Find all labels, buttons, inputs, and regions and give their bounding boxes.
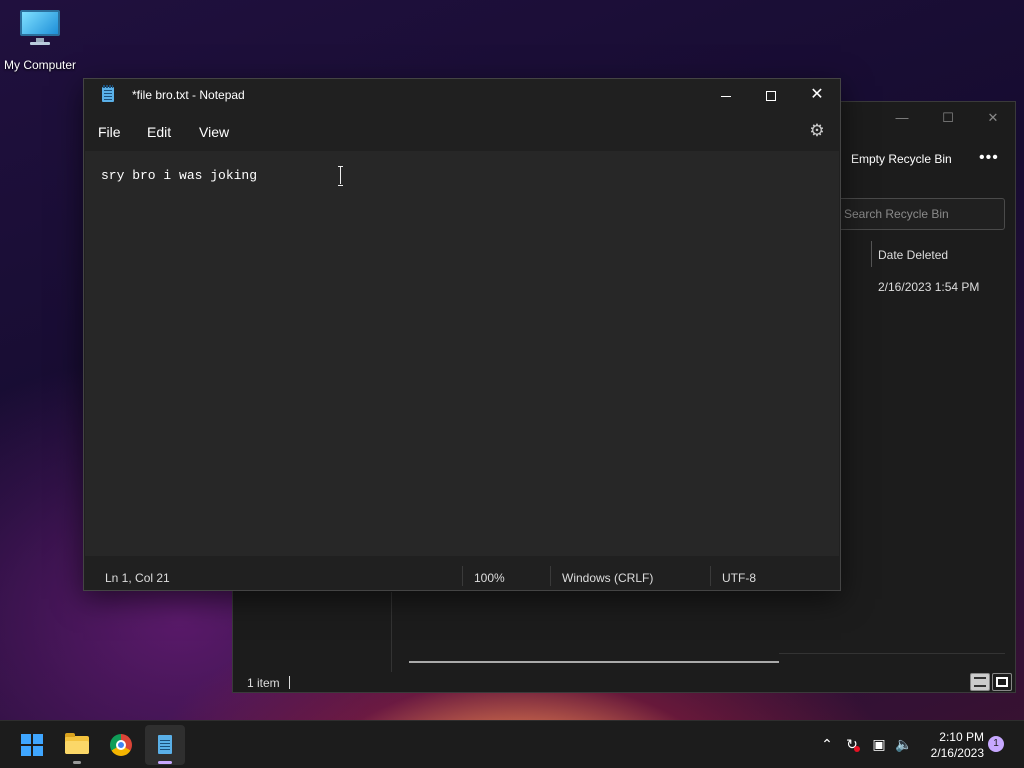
cursor-position: Ln 1, Col 21	[105, 571, 170, 585]
maximize-button[interactable]	[751, 83, 791, 107]
status-bar: Ln 1, Col 21 100% Windows (CRLF) UTF-8	[84, 564, 840, 591]
minimize-button[interactable]	[706, 83, 746, 107]
settings-gear-icon[interactable]: ⚙	[808, 122, 826, 140]
search-input[interactable]: Search Recycle Bin	[837, 198, 1005, 230]
sync-icon[interactable]: ↻	[843, 735, 861, 753]
folder-icon	[65, 733, 89, 754]
start-button[interactable]	[12, 725, 52, 765]
notepad-icon	[158, 735, 172, 754]
column-divider[interactable]	[871, 241, 872, 267]
clock-time: 2:10 PM	[939, 730, 984, 744]
column-header-date-deleted[interactable]: Date Deleted	[878, 248, 948, 262]
active-indicator	[158, 761, 172, 764]
notepad-window: *file bro.txt - Notepad ✕ File Edit View…	[83, 78, 841, 591]
editor-content[interactable]: sry bro i was joking	[101, 168, 257, 183]
menu-file[interactable]: File	[98, 124, 121, 140]
tiles-view-button[interactable]	[992, 673, 1012, 691]
window-title: *file bro.txt - Notepad	[132, 88, 245, 102]
menu-view[interactable]: View	[199, 124, 229, 140]
nav-pane-divider	[391, 592, 392, 672]
title-bar[interactable]: *file bro.txt - Notepad ✕	[84, 79, 840, 111]
maximize-button[interactable]: ☐	[933, 110, 963, 126]
taskbar-notepad[interactable]	[145, 725, 185, 765]
desktop-icon-my-computer[interactable]: My Computer	[2, 8, 78, 72]
monitor-icon	[18, 8, 62, 45]
menu-bar: File Edit View ⚙	[84, 115, 840, 147]
details-view-button[interactable]	[970, 673, 990, 691]
network-icon[interactable]: ▣	[870, 735, 888, 753]
running-indicator	[73, 761, 81, 764]
encoding: UTF-8	[722, 571, 756, 585]
taskbar: ⌃ ↻ ▣ 🔈 2:10 PM 2/16/2023 1	[0, 720, 1024, 768]
details-view-icon	[974, 677, 986, 687]
horizontal-scrollbar[interactable]	[409, 661, 779, 663]
chrome-icon	[110, 734, 132, 756]
close-button[interactable]: ✕	[797, 83, 837, 107]
notification-badge[interactable]: 1	[988, 736, 1004, 752]
taskbar-file-explorer[interactable]	[57, 725, 97, 765]
table-row[interactable]: 2/16/2023 1:54 PM	[878, 280, 979, 294]
chevron-up-icon[interactable]: ⌃	[818, 735, 836, 753]
close-button[interactable]: ✕	[978, 110, 1008, 126]
divider	[779, 653, 1005, 654]
status-divider	[710, 566, 711, 586]
status-divider	[550, 566, 551, 586]
empty-recycle-bin-button[interactable]: Empty Recycle Bin	[851, 152, 952, 166]
tiles-view-icon	[996, 677, 1008, 687]
desktop-icon-label: My Computer	[3, 58, 77, 72]
menu-edit[interactable]: Edit	[147, 124, 171, 140]
text-cursor-icon	[337, 166, 345, 186]
status-divider	[289, 676, 290, 689]
windows-logo-icon	[21, 734, 43, 756]
notepad-icon	[102, 85, 114, 102]
zoom-level: 100%	[474, 571, 505, 585]
clock[interactable]: 2:10 PM 2/16/2023	[920, 729, 984, 761]
minimize-button[interactable]: —	[887, 110, 917, 126]
item-count: 1 item	[247, 676, 280, 690]
minimize-icon	[721, 95, 731, 97]
clock-date: 2/16/2023	[930, 746, 984, 760]
more-options-icon[interactable]: •••	[979, 149, 999, 167]
volume-icon[interactable]: 🔈	[895, 735, 913, 753]
line-ending: Windows (CRLF)	[562, 571, 654, 585]
text-editor[interactable]: sry bro i was joking	[85, 151, 839, 556]
maximize-icon	[766, 91, 776, 102]
taskbar-chrome[interactable]	[101, 725, 141, 765]
status-divider	[462, 566, 463, 586]
